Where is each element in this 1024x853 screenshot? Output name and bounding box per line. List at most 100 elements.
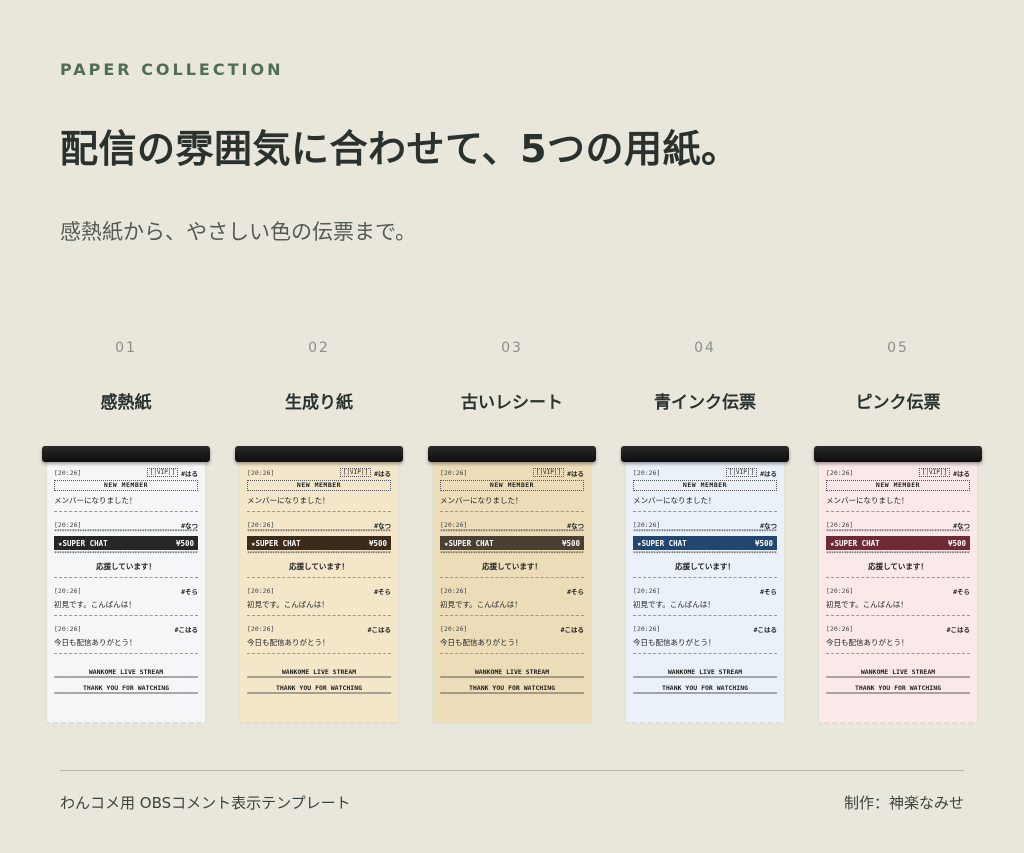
comment-user: #そら	[374, 587, 391, 596]
comment-header: [20:26] #なつ	[826, 520, 970, 530]
super-chat-amount: ¥500	[368, 538, 387, 548]
vip-badge: [|VIP|]	[532, 468, 565, 477]
card-title: 青インク伝票	[654, 393, 756, 413]
equals-border: ========================================…	[633, 692, 777, 697]
super-chat-amount: ¥500	[175, 538, 194, 548]
divider	[54, 511, 198, 512]
comment-message: 初見です。こんばんは！	[633, 600, 715, 609]
super-chat-bar: ★SUPER CHAT ¥500	[440, 536, 584, 550]
comment-user: #はる	[760, 469, 777, 478]
divider	[440, 577, 584, 578]
vip-badge: [|VIP|]	[146, 468, 179, 477]
divider	[54, 653, 198, 654]
new-member-badge: NEW MEMBER	[54, 480, 198, 491]
comment-user: #なつ	[953, 521, 970, 530]
comment-user: #こはる	[174, 625, 198, 634]
comment-user: #なつ	[567, 521, 584, 530]
super-chat-label: ★SUPER CHAT	[251, 538, 301, 548]
card-title: ピンク伝票	[855, 393, 941, 413]
divider	[247, 511, 391, 512]
divider	[633, 615, 777, 616]
comment-time: [20:26]	[54, 586, 82, 595]
comment-header: [20:26] [|VIP|] #はる	[440, 468, 584, 478]
comment-user: #なつ	[181, 521, 198, 530]
receipt-footer-title: WANKOME LIVE STREAM	[667, 668, 743, 676]
star-border: ****************************************…	[54, 529, 198, 535]
divider	[633, 653, 777, 654]
comment-user: #はる	[567, 469, 584, 478]
new-member-badge: NEW MEMBER	[247, 480, 391, 491]
star-border: ****************************************…	[633, 551, 777, 557]
super-chat-label: ★SUPER CHAT	[58, 538, 108, 548]
vip-badge: [|VIP|]	[725, 468, 758, 477]
super-chat-bar: ★SUPER CHAT ¥500	[247, 536, 391, 550]
equals-border: ========================================…	[633, 676, 777, 681]
comment-message: 今日も配信ありがとう！	[633, 638, 716, 647]
super-chat-bar: ★SUPER CHAT ¥500	[54, 536, 198, 550]
super-chat-bar: ★SUPER CHAT ¥500	[826, 536, 970, 550]
card-title: 古いレシート	[461, 393, 563, 413]
comment-time: [20:26]	[440, 520, 468, 529]
star-border: ****************************************…	[54, 551, 198, 557]
comment-message: 応援しています！	[868, 562, 928, 571]
card-title: 生成り紙	[285, 393, 353, 413]
divider	[826, 511, 970, 512]
divider	[440, 615, 584, 616]
super-chat-bar: ★SUPER CHAT ¥500	[633, 536, 777, 550]
super-chat-label: ★SUPER CHAT	[637, 538, 687, 548]
receipt-paper: [20:26] [|VIP|] #はる NEW MEMBER メンバーになりまし…	[819, 460, 977, 726]
equals-border: ========================================…	[54, 676, 198, 681]
comment-header: [20:26] #なつ	[633, 520, 777, 530]
comment-time: [20:26]	[54, 468, 82, 477]
receipt-footer-title: WANKOME LIVE STREAM	[860, 668, 936, 676]
star-border: ****************************************…	[440, 529, 584, 535]
comment-header: [20:26] #こはる	[247, 624, 391, 634]
star-border: ****************************************…	[247, 551, 391, 557]
printer-slot	[428, 446, 596, 462]
comment-user: #こはる	[367, 625, 391, 634]
vip-badge: [|VIP|]	[918, 468, 951, 477]
comment-header: [20:26] #こはる	[633, 624, 777, 634]
comment-user: #なつ	[374, 521, 391, 530]
comment-header: [20:26] #こはる	[440, 624, 584, 634]
comment-message: 今日も配信ありがとう！	[247, 638, 330, 647]
comment-message: 初見です。こんばんは！	[826, 600, 908, 609]
comment-time: [20:26]	[826, 520, 854, 529]
equals-border: ========================================…	[440, 676, 584, 681]
receipt-paper: [20:26] [|VIP|] #はる NEW MEMBER メンバーになりまし…	[47, 460, 205, 726]
comment-time: [20:26]	[440, 624, 468, 633]
comment-header: [20:26] [|VIP|] #はる	[633, 468, 777, 478]
receipt-footer-thanks: THANK YOU FOR WATCHING	[468, 684, 556, 692]
comment-header: [20:26] #そら	[826, 586, 970, 596]
comment-message: 応援しています！	[289, 562, 349, 571]
paper-card: 04 青インク伝票 [20:26] [|VIP|] #はる NEW MEMBER…	[621, 340, 789, 726]
torn-edge	[433, 720, 591, 724]
comment-time: [20:26]	[247, 468, 275, 477]
printer-slot	[621, 446, 789, 462]
comment-user: #こはる	[560, 625, 584, 634]
comment-header: [20:26] #そら	[633, 586, 777, 596]
super-chat-amount: ¥500	[754, 538, 773, 548]
card-number: 05	[887, 340, 909, 356]
equals-border: ========================================…	[826, 692, 970, 697]
paper-card: 05 ピンク伝票 [20:26] [|VIP|] #はる NEW MEMBER …	[814, 340, 982, 726]
comment-time: [20:26]	[633, 624, 661, 633]
card-number: 01	[115, 340, 137, 356]
comment-message: メンバーになりました！	[247, 496, 330, 505]
comment-header: [20:26] #そら	[440, 586, 584, 596]
divider	[247, 653, 391, 654]
comment-user: #こはる	[753, 625, 777, 634]
divider	[440, 653, 584, 654]
comment-header: [20:26] [|VIP|] #はる	[247, 468, 391, 478]
card-number: 02	[308, 340, 330, 356]
super-chat-amount: ¥500	[947, 538, 966, 548]
comment-message: メンバーになりました！	[54, 496, 137, 505]
comment-time: [20:26]	[826, 624, 854, 633]
comment-header: [20:26] #なつ	[54, 520, 198, 530]
receipt-footer-thanks: THANK YOU FOR WATCHING	[661, 684, 749, 692]
equals-border: ========================================…	[54, 692, 198, 697]
torn-edge	[819, 720, 977, 724]
star-border: ****************************************…	[633, 529, 777, 535]
receipt-footer-thanks: THANK YOU FOR WATCHING	[82, 684, 170, 692]
card-title: 感熱紙	[100, 393, 152, 413]
